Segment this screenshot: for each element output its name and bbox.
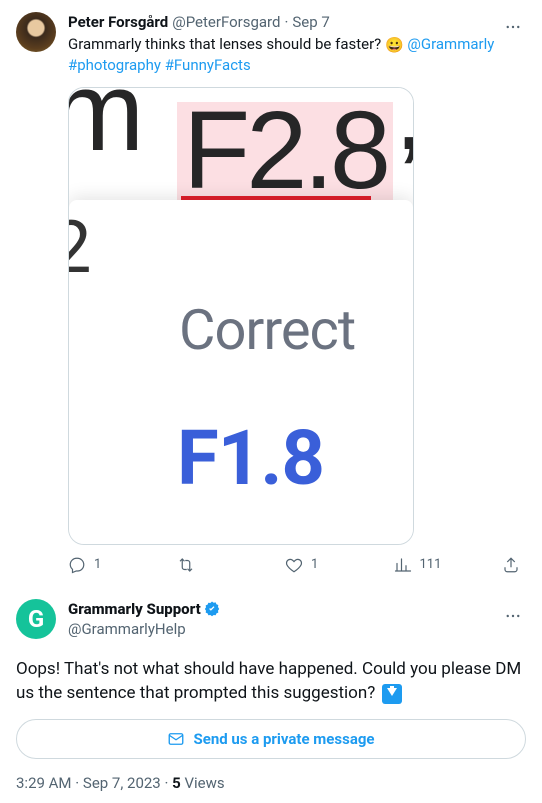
image-suggestion-label: Correct (179, 320, 355, 340)
verified-badge-icon (203, 600, 221, 618)
image-top-region: m F2.8 , (69, 88, 413, 214)
mention-link[interactable]: @Grammarly (407, 35, 494, 53)
hashtag-link[interactable]: #photography (68, 56, 161, 74)
like-button[interactable]: 1 (285, 555, 345, 575)
grinning-emoji: 😀 (385, 36, 404, 54)
retweet-button[interactable] (177, 556, 237, 574)
action-bar: 1 1 111 (68, 545, 526, 585)
separator-dot: · (164, 774, 172, 792)
avatar[interactable] (16, 12, 56, 52)
envelope-icon (167, 730, 185, 748)
view-count: 111 (420, 555, 442, 575)
author-handle[interactable]: @PeterForsgard (172, 12, 280, 32)
image-stray-digit: 2 (68, 238, 91, 258)
hashtag-link[interactable]: #FunnyFacts (165, 56, 251, 74)
more-options-button[interactable] (496, 599, 530, 633)
separator-dot: · (75, 774, 83, 792)
image-suggestion-value: F1.8 (177, 448, 324, 468)
author-name: Grammarly Support (68, 599, 201, 619)
reply-button[interactable]: 1 (68, 555, 128, 575)
image-partial-text: m (69, 102, 140, 122)
like-count: 1 (311, 555, 318, 575)
main-tweet: G Grammarly Support @GrammarlyHelp (0, 589, 542, 643)
share-button[interactable] (502, 556, 520, 574)
image-highlighted-text: F2.8 (177, 102, 393, 200)
reply-icon (68, 556, 86, 574)
tweet-text-part: Grammarly thinks that lenses should be f… (68, 35, 385, 53)
separator-dot: · (284, 12, 288, 32)
reply-count: 1 (94, 555, 101, 575)
tweet-date[interactable]: Sep 7 (292, 12, 329, 32)
author-name[interactable]: Peter Forsgård (68, 12, 168, 32)
tweet-text-content: Oops! That's not what should have happen… (16, 659, 521, 703)
avatar[interactable]: G (16, 599, 56, 639)
more-icon (504, 18, 522, 36)
views-label: Views (184, 774, 224, 792)
heart-icon (285, 556, 303, 574)
tweet-time[interactable]: 3:29 AM (16, 774, 72, 792)
tweet-meta: 3:29 AM · Sep 7, 2023 · 5 Views (0, 759, 542, 803)
tweet-image[interactable]: m F2.8 , 2 Correct F1.8 (68, 87, 414, 545)
views-icon (394, 556, 412, 574)
more-options-button[interactable] (496, 10, 530, 44)
tweet-text: Oops! That's not what should have happen… (0, 643, 542, 711)
image-trailing-text: , (394, 102, 413, 122)
more-icon (504, 607, 522, 625)
parent-tweet[interactable]: Peter Forsgård @PeterForsgard · Sep 7 Gr… (0, 0, 542, 589)
views-button[interactable]: 111 (394, 555, 454, 575)
tweet-text: Grammarly thinks that lenses should be f… (68, 34, 526, 75)
dm-button-label: Send us a private message (193, 729, 374, 749)
author-name-row[interactable]: Grammarly Support (68, 599, 526, 619)
tweet-header: Peter Forsgård @PeterForsgard · Sep 7 (68, 12, 526, 32)
views-count: 5 (172, 774, 181, 792)
down-arrow-emoji (382, 684, 402, 704)
author-handle[interactable]: @GrammarlyHelp (68, 619, 526, 639)
share-icon (502, 556, 520, 574)
tweet-full-date[interactable]: Sep 7, 2023 (83, 774, 161, 792)
retweet-icon (177, 556, 195, 574)
send-dm-button[interactable]: Send us a private message (16, 719, 526, 759)
image-suggestion-card: 2 Correct F1.8 (69, 200, 413, 544)
